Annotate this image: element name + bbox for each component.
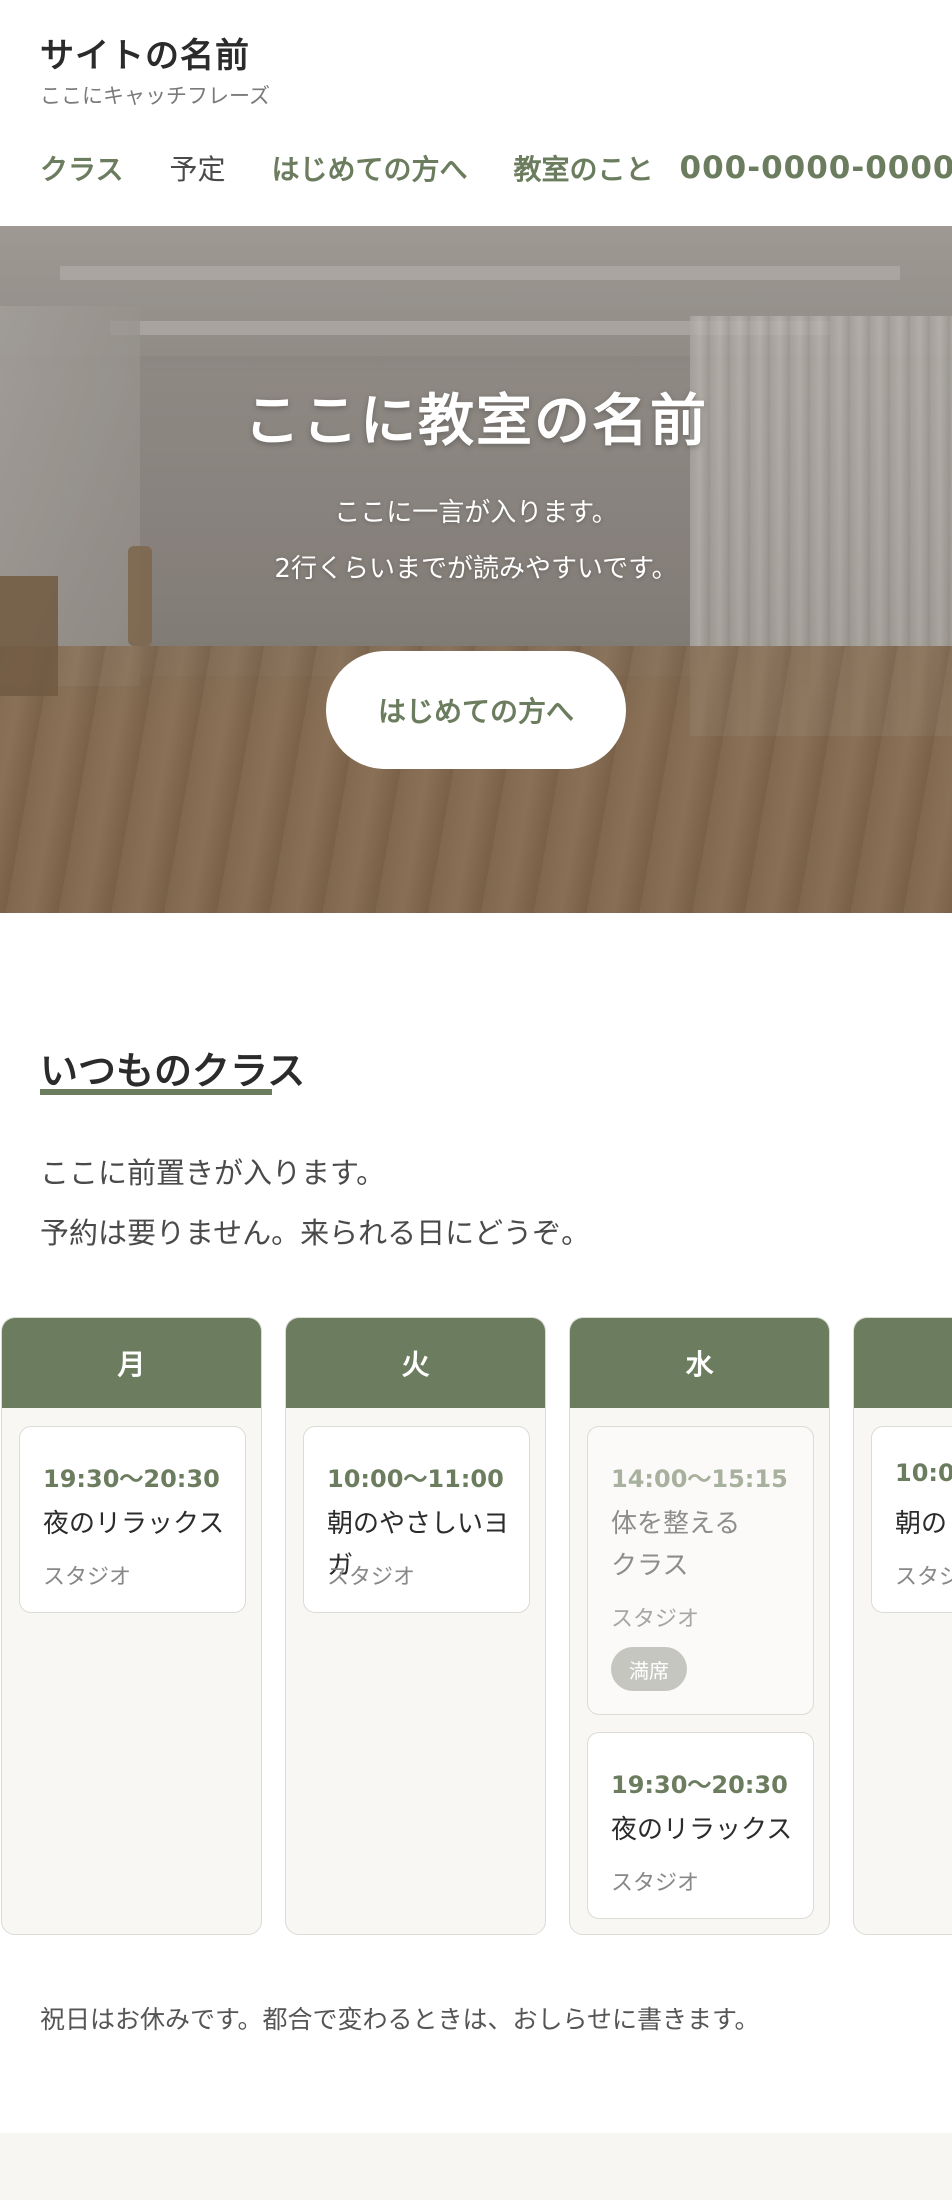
class-name: 体を整える クラス xyxy=(611,1509,741,1581)
class-time: 10:00 xyxy=(895,1459,952,1487)
class-card[interactable]: 19:30〜20:30 夜のリラックス スタジオ xyxy=(587,1732,814,1919)
class-place: スタジ xyxy=(895,1565,952,1590)
day-column-wed: 水 14:00〜15:15 体を整える クラス スタジオ 満席 19:30〜20… xyxy=(569,1317,830,1935)
class-card[interactable]: 10:00 朝の スタジ xyxy=(871,1426,952,1613)
class-time: 19:30〜20:30 xyxy=(611,1771,788,1799)
class-name: 朝の xyxy=(895,1509,948,1539)
hero-message-line-2: 2行くらいまでが読みやすいです。 xyxy=(274,554,678,584)
class-time: 10:00〜11:00 xyxy=(327,1465,504,1493)
class-place: スタジオ xyxy=(611,1607,700,1632)
class-place: スタジオ xyxy=(43,1565,132,1590)
class-time: 14:00〜15:15 xyxy=(611,1465,788,1493)
nav-item-about[interactable]: 教室のこと xyxy=(513,148,653,188)
class-card-full[interactable]: 14:00〜15:15 体を整える クラス スタジオ 満席 xyxy=(587,1426,814,1715)
class-time: 19:30〜20:30 xyxy=(43,1465,220,1493)
full-badge: 満席 xyxy=(611,1647,687,1691)
section-intro-line-1: ここに前置きが入ります。 xyxy=(40,1156,386,1190)
class-card[interactable]: 10:00〜11:00 朝のやさしいヨガ スタジオ xyxy=(303,1426,530,1613)
day-header: 火 xyxy=(286,1318,545,1408)
day-column-mon: 月 19:30〜20:30 夜のリラックス スタジオ xyxy=(1,1317,262,1935)
section-title-underline xyxy=(40,1089,272,1095)
nav-item-classes[interactable]: クラス xyxy=(40,148,123,188)
site-name[interactable]: サイトの名前 xyxy=(40,28,250,77)
site-header: サイトの名前 ここにキャッチフレーズ クラス 予定 はじめての方へ 教室のこと … xyxy=(0,0,952,226)
class-card[interactable]: 19:30〜20:30 夜のリラックス スタジオ xyxy=(19,1426,246,1613)
nav-item-schedule[interactable]: 予定 xyxy=(169,148,225,188)
day-column-tue: 火 10:00〜11:00 朝のやさしいヨガ スタジオ xyxy=(285,1317,546,1935)
hero-cta-button[interactable]: はじめての方へ xyxy=(326,651,626,769)
nav-item-first-time[interactable]: はじめての方へ xyxy=(271,148,467,188)
day-column-next: 10:00 朝の スタジ xyxy=(853,1317,952,1935)
day-header xyxy=(854,1318,952,1408)
hero-title: ここに教室の名前 xyxy=(244,389,708,454)
hero-message-line-1: ここに一言が入ります。 xyxy=(334,498,618,528)
section-intro-line-2: 予約は要りません。来られる日にどうぞ。 xyxy=(40,1216,591,1250)
day-header: 月 xyxy=(2,1318,261,1408)
class-place: スタジオ xyxy=(611,1871,700,1896)
main-nav: クラス 予定 はじめての方へ 教室のこと 000-0000-0000 xyxy=(40,146,952,190)
weekly-schedule: 月 19:30〜20:30 夜のリラックス スタジオ 火 10:00〜11:00… xyxy=(0,1317,952,1937)
day-header: 水 xyxy=(570,1318,829,1408)
class-place: スタジオ xyxy=(327,1565,416,1590)
class-name: 夜のリラックス xyxy=(611,1815,793,1845)
holiday-note: 祝日はお休みです。都合で変わるときは、おしらせに書きます。 xyxy=(40,2005,760,2034)
site-tagline: ここにキャッチフレーズ xyxy=(40,84,270,108)
class-name: 夜のリラックス xyxy=(43,1509,225,1539)
hero-section: ここに教室の名前 ここに一言が入ります。 2行くらいまでが読みやすいです。 はじ… xyxy=(0,226,952,913)
next-section-band xyxy=(0,2133,952,2200)
section-title: いつものクラス xyxy=(40,1048,306,1093)
nav-phone-link[interactable]: 000-0000-0000 xyxy=(680,150,952,186)
